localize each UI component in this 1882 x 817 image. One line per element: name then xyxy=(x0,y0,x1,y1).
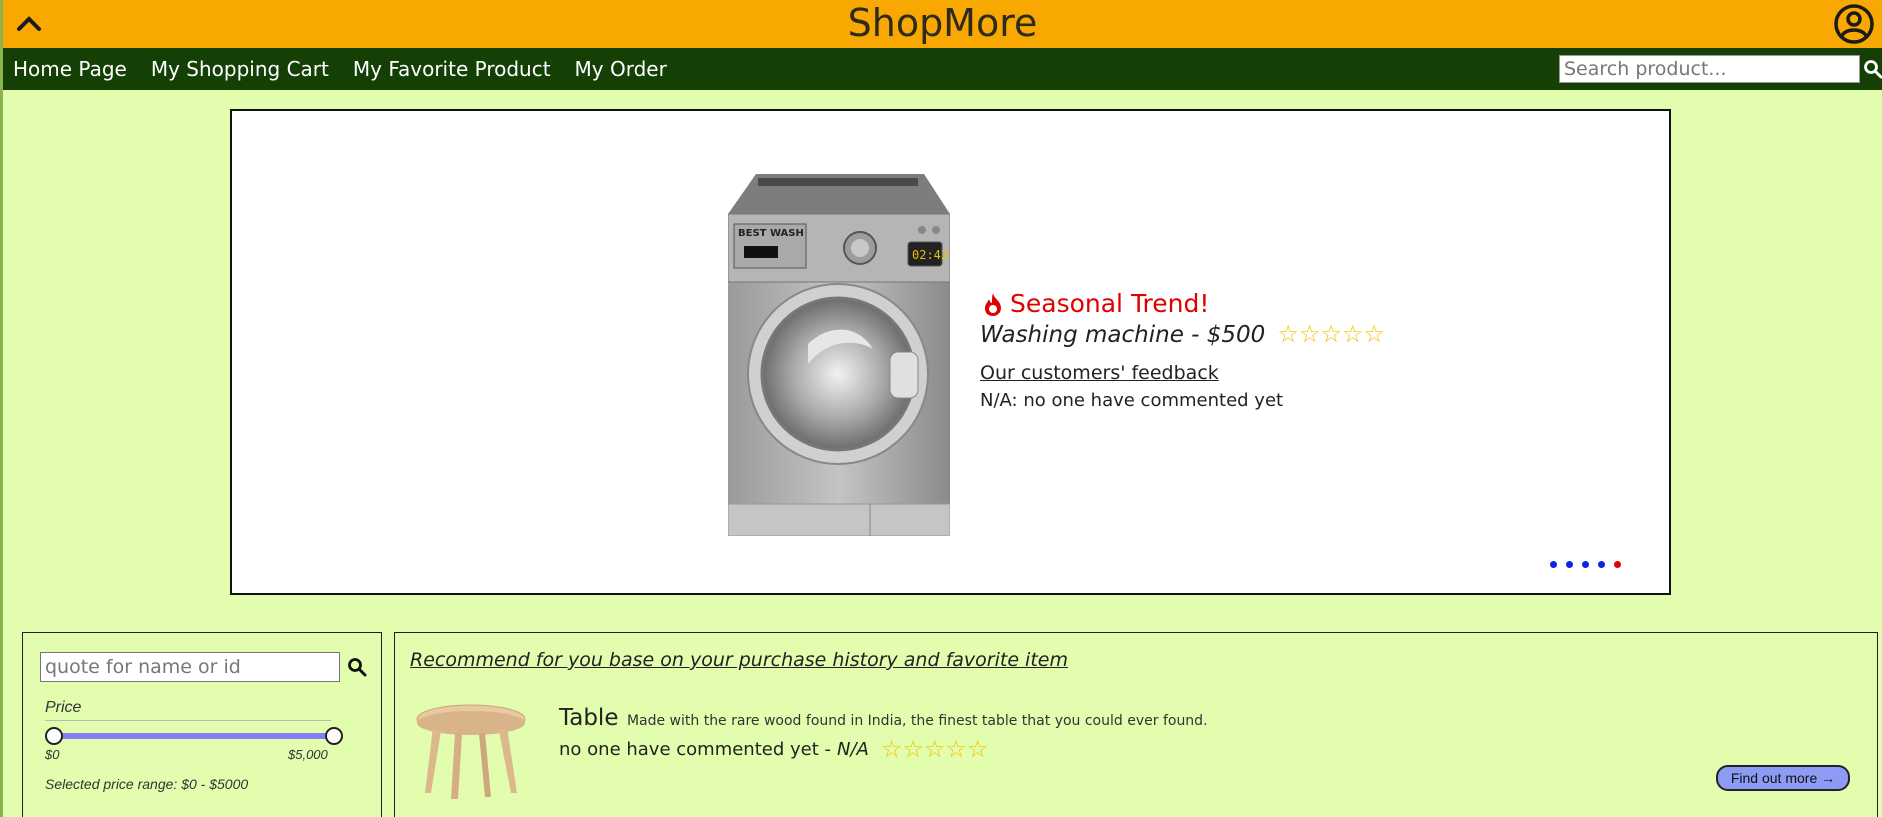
recommendation-panel: Recommend for you base on your purchase … xyxy=(394,632,1878,817)
star-icon: ☆ xyxy=(945,735,967,763)
carousel-dot-active[interactable] xyxy=(1614,561,1621,568)
app-title: ShopMore xyxy=(847,1,1038,45)
carousel-dot[interactable] xyxy=(1550,561,1557,568)
price-min-label: $0 xyxy=(45,747,60,762)
product-name-price: Washing machine - $500 xyxy=(980,322,1266,348)
nav-bar: Home Page My Shopping Cart My Favorite P… xyxy=(3,48,1882,90)
search-icon[interactable] xyxy=(347,657,367,677)
price-divider xyxy=(45,720,331,721)
selected-range-text: Selected price range: $0 - $5000 xyxy=(45,776,249,792)
carousel-dot[interactable] xyxy=(1566,561,1573,568)
star-icon: ☆ xyxy=(1363,321,1385,348)
featured-carousel: BEST WASH 02:43 Seasonal Trend! Washing … xyxy=(230,109,1671,595)
fire-icon xyxy=(985,292,1001,316)
nav-links: Home Page My Shopping Cart My Favorite P… xyxy=(13,48,691,90)
price-min-handle[interactable] xyxy=(45,727,63,745)
feedback-text: N/A: no one have commented yet xyxy=(980,390,1284,411)
product-search-input[interactable] xyxy=(1559,55,1860,83)
svg-text:02:43: 02:43 xyxy=(912,248,948,262)
star-icon: ☆ xyxy=(1298,321,1321,348)
nav-favorite-product[interactable]: My Favorite Product xyxy=(353,57,551,81)
nav-my-order[interactable]: My Order xyxy=(575,57,667,81)
trend-label: Seasonal Trend! xyxy=(1010,289,1210,318)
user-circle-icon[interactable] xyxy=(1832,2,1876,46)
carousel-dot[interactable] xyxy=(1598,561,1605,568)
star-icon: ☆ xyxy=(1320,321,1342,348)
item-feedback-row: no one have commented yet - N/A ☆ ☆ ☆ ☆ ☆ xyxy=(559,737,1208,761)
star-icon: ☆ xyxy=(880,735,903,763)
nav-home-page[interactable]: Home Page xyxy=(13,57,127,81)
filter-panel: Price $0 $5,000 Selected price range: $0… xyxy=(22,632,382,817)
featured-product-info: Seasonal Trend! Washing machine - $500 ☆… xyxy=(980,289,1500,411)
item-description: Made with the rare wood found in India, … xyxy=(626,713,1208,729)
star-icon: ☆ xyxy=(902,735,924,763)
washing-machine-image: BEST WASH 02:43 xyxy=(727,174,951,537)
price-max-label: $5,000 xyxy=(288,747,328,762)
star-icon: ☆ xyxy=(1277,321,1299,348)
price-max-handle[interactable] xyxy=(325,727,343,745)
carousel-dot[interactable] xyxy=(1582,561,1589,568)
svg-text:BEST WASH: BEST WASH xyxy=(738,228,804,239)
price-label: Price xyxy=(45,699,82,716)
star-icon: ☆ xyxy=(923,735,946,763)
star-icon: ☆ xyxy=(1341,321,1364,348)
trend-badge: Seasonal Trend! xyxy=(980,289,1500,318)
recommendation-item-info: Table Made with the rare wood found in I… xyxy=(559,705,1208,761)
item-heading: Table Made with the rare wood found in I… xyxy=(559,705,1208,731)
find-out-more-button[interactable]: Find out more → xyxy=(1716,765,1850,791)
rating-stars: ☆ ☆ ☆ ☆ ☆ xyxy=(1277,323,1385,347)
nav-shopping-cart[interactable]: My Shopping Cart xyxy=(151,57,329,81)
carousel-indicators xyxy=(1550,561,1630,568)
name-id-search-input[interactable] xyxy=(40,652,340,682)
item-feedback: no one have commented yet - xyxy=(559,738,831,760)
product-title-row: Washing machine - $500 ☆ ☆ ☆ ☆ ☆ xyxy=(980,322,1500,348)
star-icon: ☆ xyxy=(966,735,989,763)
price-range-track[interactable] xyxy=(53,733,333,739)
recommendation-title: Recommend for you base on your purchase … xyxy=(410,649,1068,671)
table-image[interactable] xyxy=(415,701,527,801)
item-rating-text: N/A xyxy=(837,738,869,760)
header-bar: ShopMore xyxy=(3,0,1882,48)
rating-stars: ☆ ☆ ☆ ☆ ☆ xyxy=(881,737,989,761)
search-icon[interactable] xyxy=(1863,59,1882,79)
item-name: Table xyxy=(559,705,619,731)
customer-feedback-link[interactable]: Our customers' feedback xyxy=(980,362,1219,384)
